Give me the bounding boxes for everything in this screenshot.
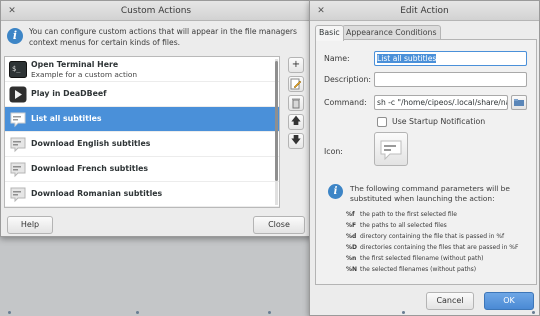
edit-icon [290, 78, 302, 90]
plus-icon: + [291, 59, 301, 70]
svg-text:$_: $_ [12, 65, 21, 73]
param-text: directories containing the files that ar… [360, 244, 519, 251]
description-label: Description: [324, 75, 372, 84]
trash-icon [292, 98, 300, 109]
close-icon[interactable]: ✕ [314, 4, 328, 18]
list-item[interactable]: Download English subtitles [5, 132, 279, 157]
action-name: Open Terminal Here [31, 60, 119, 69]
info-icon: i [328, 184, 343, 199]
desktop-dot [136, 311, 139, 314]
arrow-up-icon: 🡅 [290, 116, 302, 127]
add-action-button[interactable]: + [288, 57, 304, 73]
window-title: Edit Action [400, 6, 449, 16]
name-value: List all subtitles [377, 54, 437, 63]
subtitle-icon [10, 112, 26, 128]
window-title: Custom Actions [120, 6, 192, 16]
icon-label: Icon: [324, 147, 343, 156]
param-row: %n the first selected filename (without p… [346, 255, 483, 262]
tab-appearance-conditions[interactable]: Appearance Conditions [342, 25, 441, 40]
action-name: List all subtitles [31, 114, 102, 123]
param-row: %D directories containing the files that … [346, 244, 518, 251]
param-code: %d [346, 233, 357, 240]
command-label: Command: [324, 98, 367, 107]
ok-button[interactable]: OK [484, 292, 534, 310]
close-button[interactable]: Close [253, 216, 305, 234]
list-item[interactable]: $_ Open Terminal Here Example for a cust… [5, 57, 279, 82]
action-name: Download French subtitles [31, 164, 149, 173]
help-button[interactable]: Help [7, 216, 53, 234]
param-text: the paths to all selected files [360, 222, 447, 229]
action-name: Download Romanian subtitles [31, 189, 163, 198]
list-item[interactable]: Play in DeaDBeef [5, 82, 279, 107]
action-description: Example for a custom action [31, 70, 138, 79]
subtitle-icon [10, 187, 26, 203]
info-icon: i [7, 28, 23, 44]
name-label: Name: [324, 54, 350, 63]
desktop-dot [8, 311, 11, 314]
custom-actions-titlebar[interactable]: ✕ Custom Actions [1, 1, 311, 21]
param-code: %N [346, 266, 358, 273]
command-field[interactable]: sh -c "/home/cipeos/.local/share/naut [374, 95, 508, 110]
tab-basic[interactable]: Basic [315, 25, 344, 41]
deadbeef-icon [9, 86, 27, 103]
subtitle-icon [380, 140, 402, 161]
desktop-dot [268, 311, 271, 314]
close-icon[interactable]: ✕ [5, 4, 19, 18]
desktop-dot [402, 311, 405, 314]
move-up-button[interactable]: 🡅 [288, 114, 304, 130]
startup-notification-checkbox[interactable] [377, 117, 387, 127]
param-row: %d directory containing the file that is … [346, 233, 504, 240]
param-text: the selected filenames (without paths) [360, 266, 477, 273]
info-message: i You can configure custom actions that … [7, 26, 307, 50]
action-name: Play in DeaDBeef [31, 89, 107, 98]
param-row: %F the paths to all selected files [346, 222, 447, 229]
param-text: the first selected filename (without pat… [360, 255, 484, 262]
param-text: the path to the first selected file [360, 211, 457, 218]
desktop-dot [532, 311, 535, 314]
actions-list[interactable]: $_ Open Terminal Here Example for a cust… [4, 56, 280, 208]
scrollbar-thumb[interactable] [275, 61, 278, 181]
param-row: %N the selected filenames (without paths) [346, 266, 476, 273]
icon-chooser-button[interactable] [374, 132, 408, 166]
edit-action-button[interactable] [288, 76, 304, 92]
list-item-selected[interactable]: List all subtitles [5, 107, 279, 132]
param-code: %F [346, 222, 357, 229]
param-text: directory containing the file that is pa… [360, 233, 505, 240]
startup-notification-label: Use Startup Notification [392, 117, 486, 126]
browse-command-button[interactable] [511, 95, 527, 110]
name-field[interactable]: List all subtitles [374, 51, 527, 66]
subtitle-icon [10, 137, 26, 153]
delete-action-button[interactable] [288, 95, 304, 111]
subtitle-icon [10, 162, 26, 178]
custom-actions-window: ✕ Custom Actions i You can configure cus… [0, 0, 312, 237]
terminal-icon: $_ [9, 61, 27, 78]
param-code: %D [346, 244, 357, 251]
parameters-info-text: The following command parameters will be… [350, 184, 510, 203]
move-down-button[interactable]: 🡇 [288, 133, 304, 149]
param-row: %f the path to the first selected file [346, 211, 457, 218]
cancel-button[interactable]: Cancel [426, 292, 474, 310]
action-name: Download English subtitles [31, 139, 151, 148]
param-code: %f [346, 211, 355, 218]
param-code: %n [346, 255, 357, 262]
info-text: You can configure custom actions that wi… [29, 27, 297, 47]
description-field[interactable] [374, 72, 527, 87]
list-item[interactable]: Download Romanian subtitles [5, 182, 279, 207]
browse-icon [514, 99, 524, 106]
edit-action-titlebar[interactable]: ✕ Edit Action [310, 1, 539, 21]
list-item[interactable]: Download French subtitles [5, 157, 279, 182]
arrow-down-icon: 🡇 [290, 135, 302, 146]
